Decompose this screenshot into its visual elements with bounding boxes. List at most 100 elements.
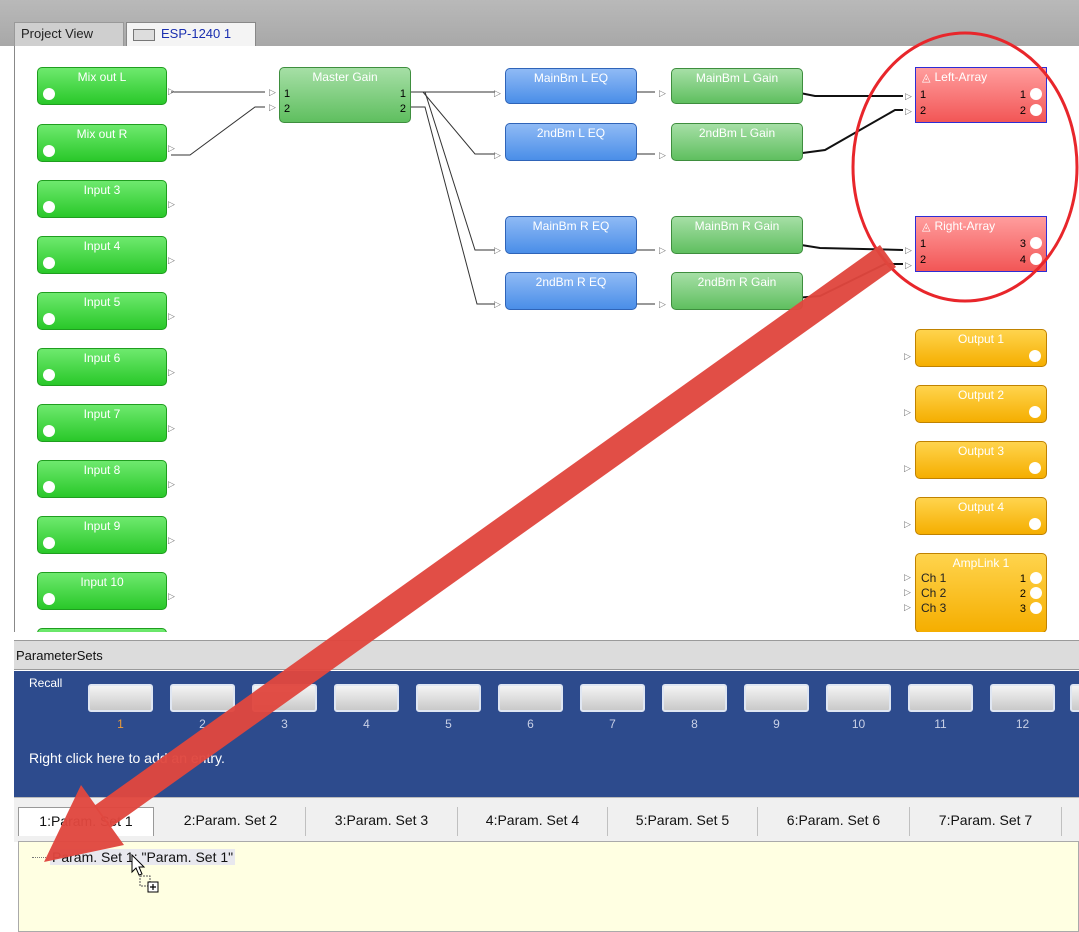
- recall-button-13-partial[interactable]: [1070, 684, 1079, 712]
- block-label: Output 1: [957, 332, 1005, 346]
- input-port-icon: ▷: [659, 299, 666, 309]
- input-pin-2: 2: [920, 105, 927, 117]
- block-mainbm-l-eq[interactable]: MainBm L EQ: [505, 68, 637, 104]
- status-led: [43, 537, 55, 549]
- tab-esp-1240[interactable]: ESP-1240 1: [126, 22, 256, 46]
- recall-button-4[interactable]: [334, 684, 399, 712]
- recall-number: 7: [609, 717, 616, 731]
- block-input-4[interactable]: Input 4: [37, 236, 167, 274]
- block-2ndbm-r-gain[interactable]: 2ndBm R Gain: [671, 272, 803, 310]
- recall-number: 10: [851, 717, 866, 731]
- block-input-3[interactable]: Input 3: [37, 180, 167, 218]
- status-led: [1030, 104, 1042, 116]
- tab-param-set-6[interactable]: 6:Param. Set 6: [758, 807, 910, 836]
- block-2ndbm-r-eq[interactable]: 2ndBm R EQ: [505, 272, 637, 310]
- recall-number: 2: [199, 717, 206, 731]
- input-port-icon: ▷: [494, 245, 501, 255]
- recall-button-8[interactable]: [662, 684, 727, 712]
- tab-param-set-1[interactable]: 1:Param. Set 1: [18, 807, 154, 836]
- input-port-icon: ▷: [904, 351, 911, 361]
- tab-param-set-5[interactable]: 5:Param. Set 5: [608, 807, 758, 836]
- block-output-3[interactable]: Output 3: [915, 441, 1047, 479]
- block-right-array[interactable]: ◬ Right-Array 1 2 3 4: [915, 216, 1047, 272]
- block-2ndbm-l-eq[interactable]: 2ndBm L EQ: [505, 123, 637, 161]
- status-led: [1030, 237, 1042, 249]
- tab-param-set-3[interactable]: 3:Param. Set 3: [306, 807, 458, 836]
- block-input-9[interactable]: Input 9: [37, 516, 167, 554]
- recall-button-1[interactable]: [88, 684, 153, 712]
- status-led: [1029, 518, 1041, 530]
- recall-button-7[interactable]: [580, 684, 645, 712]
- input-port-icon: ▷: [494, 299, 501, 309]
- block-label: 2ndBm R EQ: [535, 275, 607, 289]
- wire-2ndR-rightarray: [794, 263, 903, 299]
- block-input-6[interactable]: Input 6: [37, 348, 167, 386]
- output-port-icon: ▷: [168, 311, 175, 321]
- recall-bar[interactable]: Recall 1 2 3 4 5 6 7 8 9 10 11 12 Right …: [14, 671, 1079, 797]
- block-output-4[interactable]: Output 4: [915, 497, 1047, 535]
- block-mainbm-r-gain[interactable]: MainBm R Gain: [671, 216, 803, 254]
- output-pin-2: 2: [399, 103, 406, 115]
- block-label: Input 8: [83, 463, 121, 477]
- recall-button-2[interactable]: [170, 684, 235, 712]
- block-mainbm-l-gain[interactable]: MainBm L Gain: [671, 68, 803, 104]
- block-input-10[interactable]: Input 10: [37, 572, 167, 610]
- input-port-icon: ▷: [904, 602, 911, 612]
- block-input-5[interactable]: Input 5: [37, 292, 167, 330]
- block-label: MainBm L EQ: [533, 71, 609, 85]
- block-left-array[interactable]: ◬ Left-Array 1 2 1 2: [915, 67, 1047, 123]
- recall-button-5[interactable]: [416, 684, 481, 712]
- status-led: [43, 88, 55, 100]
- block-label: Output 2: [957, 388, 1005, 402]
- block-label: Master Gain: [312, 70, 378, 84]
- recall-button-12[interactable]: [990, 684, 1055, 712]
- block-label: Input 7: [83, 407, 121, 421]
- block-label: MainBm R Gain: [694, 219, 780, 233]
- input-port-icon: ▷: [905, 91, 912, 101]
- recall-button-9[interactable]: [744, 684, 809, 712]
- tab-param-set-2[interactable]: 2:Param. Set 2: [156, 807, 306, 836]
- tab-param-set-7[interactable]: 7:Param. Set 7: [910, 807, 1062, 836]
- tab-param-set-4[interactable]: 4:Param. Set 4: [458, 807, 608, 836]
- parameter-set-tree[interactable]: Param. Set 1: "Param. Set 1": [18, 841, 1079, 932]
- input-port-icon: ▷: [269, 87, 276, 97]
- input-pin-2: 2: [920, 254, 927, 266]
- block-label: 2ndBm L Gain: [698, 126, 776, 140]
- wire-master1-2ndL: [410, 91, 495, 155]
- status-led: [1030, 88, 1042, 100]
- block-mainbm-r-eq[interactable]: MainBm R EQ: [505, 216, 637, 254]
- status-led: [43, 425, 55, 437]
- recall-button-10[interactable]: [826, 684, 891, 712]
- block-output-2[interactable]: Output 2: [915, 385, 1047, 423]
- tab-project-view[interactable]: Project View: [14, 22, 124, 46]
- wire-master1-mainR: [410, 91, 495, 251]
- output-port-icon: ▷: [168, 199, 175, 209]
- block-label: Mix out L: [77, 70, 127, 84]
- status-led: [1029, 406, 1041, 418]
- input-port-icon: ▷: [904, 587, 911, 597]
- input-port-icon: ▷: [905, 245, 912, 255]
- status-led: [43, 313, 55, 325]
- output-port-icon: ▷: [168, 367, 175, 377]
- recall-button-11[interactable]: [908, 684, 973, 712]
- recall-button-3[interactable]: [252, 684, 317, 712]
- add-entry-hint[interactable]: Right click here to add an entry.: [29, 750, 225, 766]
- block-2ndbm-l-gain[interactable]: 2ndBm L Gain: [671, 123, 803, 161]
- block-input-2[interactable]: Mix out R: [37, 124, 167, 162]
- output-pin-3: 3: [1019, 238, 1026, 250]
- output-port-icon: ▷: [168, 255, 175, 265]
- block-input-1[interactable]: Mix out L: [37, 67, 167, 105]
- block-amplink-1[interactable]: AmpLink 1 Ch 1 Ch 2 Ch 3 1 2 3: [915, 553, 1047, 632]
- block-output-1[interactable]: Output 1: [915, 329, 1047, 367]
- block-master-gain[interactable]: Master Gain 1 2 1 2: [279, 67, 411, 123]
- block-input-7[interactable]: Input 7: [37, 404, 167, 442]
- block-input-8[interactable]: Input 8: [37, 460, 167, 498]
- recall-number: 8: [691, 717, 698, 731]
- signal-flow-canvas[interactable]: Mix out L Mix out R Input 3 Input 4 Inpu…: [14, 46, 1079, 632]
- block-label: MainBm L Gain: [695, 71, 779, 85]
- block-input-11-partial[interactable]: [37, 628, 167, 632]
- block-label: AmpLink 1: [952, 556, 1010, 570]
- recall-button-6[interactable]: [498, 684, 563, 712]
- input-port-icon: ▷: [904, 572, 911, 582]
- status-led: [43, 145, 55, 157]
